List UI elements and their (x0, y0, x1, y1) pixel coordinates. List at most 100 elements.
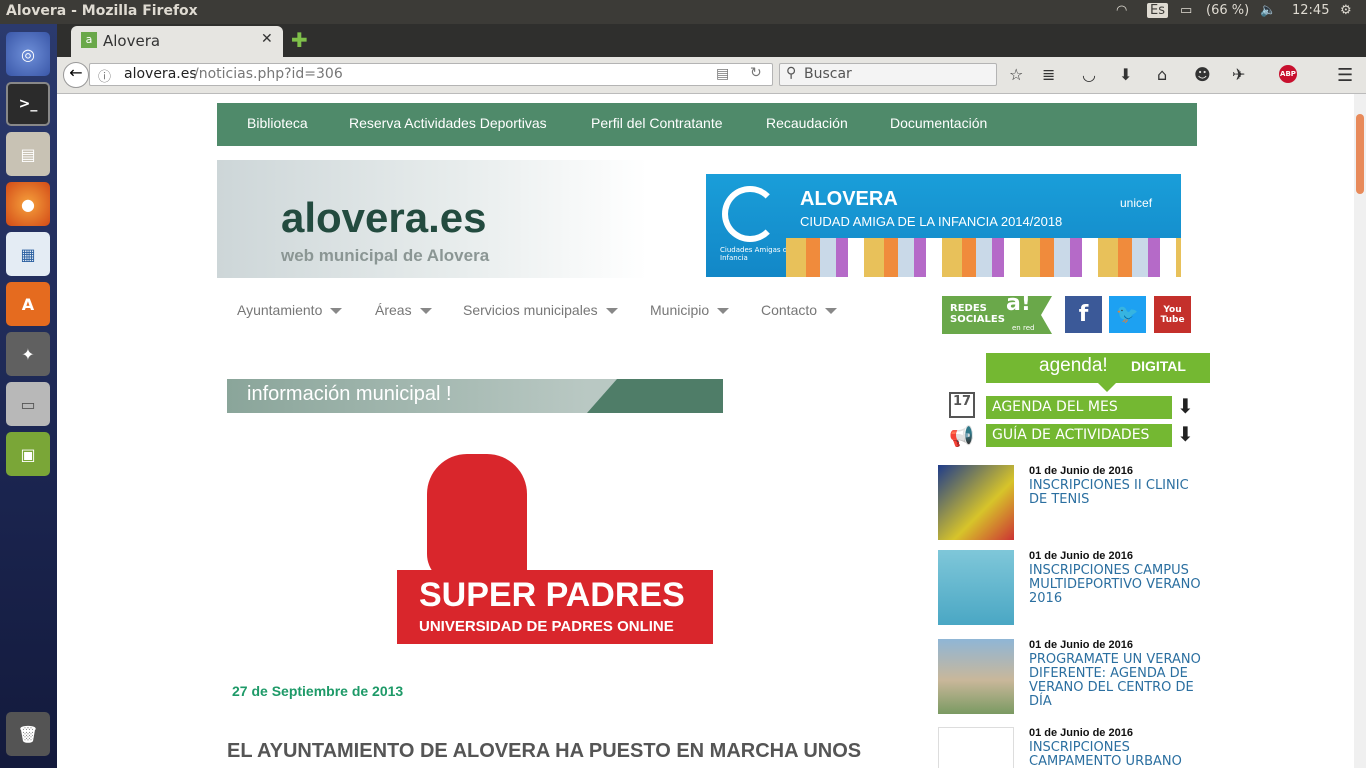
adblock-icon[interactable]: ABP (1279, 65, 1297, 83)
info-icon[interactable]: ⓘ (98, 66, 111, 85)
facebook-icon[interactable]: f (1065, 296, 1102, 333)
chevron-down-icon (825, 308, 838, 315)
social-links: REDES SOCIALES a! en red f 🐦 You Tube (942, 296, 1212, 336)
url-domain: alovera.es (124, 66, 197, 82)
main-nav-areas[interactable]: Áreas (375, 302, 432, 318)
navigation-bar: ← ⓘ alovera.es /noticias.php?id=306 ▤ ↻ … (57, 57, 1366, 94)
news-title[interactable]: INSCRIPCIONES II CLINIC DE TENIS (1029, 479, 1209, 507)
main-nav-contacto[interactable]: Contacto (761, 302, 838, 318)
settings-icon[interactable]: ✦ (6, 332, 50, 376)
top-nav-reserva[interactable]: Reserva Actividades Deportivas (349, 115, 547, 131)
window-title: Alovera - Mozilla Firefox (6, 3, 198, 19)
chevron-down-icon (605, 308, 618, 315)
download-document-icon[interactable]: ⬇ (1177, 422, 1194, 446)
smiley-icon[interactable]: ☻ (1194, 65, 1211, 84)
reader-view-icon[interactable]: ▤ (716, 66, 729, 82)
youtube-icon[interactable]: You Tube (1154, 296, 1191, 333)
scrollbar-thumb[interactable] (1356, 114, 1364, 194)
launcher: ◎ >_ ▤ ● ▦ A ✦ ▭ ▣ 🗑 (0, 24, 57, 768)
url-path: /noticias.php?id=306 (194, 66, 343, 82)
search-placeholder: Buscar (804, 66, 852, 82)
favicon-icon: a (81, 32, 97, 48)
menu-icon[interactable]: ☰ (1337, 65, 1353, 86)
megaphone-icon: 📢 (949, 424, 974, 448)
calendar-icon: 17 (949, 392, 975, 418)
news-thumbnail[interactable] (938, 639, 1014, 714)
software-center-icon[interactable]: A (6, 282, 50, 326)
top-nav-perfil[interactable]: Perfil del Contratante (591, 115, 723, 131)
news-thumbnail[interactable] (938, 465, 1014, 540)
pocket-icon[interactable]: ◡ (1082, 65, 1096, 84)
news-thumbnail[interactable] (938, 727, 1014, 768)
agenda-digital-label: DIGITAL (1131, 358, 1186, 374)
news-date: 01 de Junio de 2016 (1029, 727, 1133, 739)
main-nav-servicios[interactable]: Servicios municipales (463, 302, 618, 318)
files-icon[interactable]: ▤ (6, 132, 50, 176)
top-nav-documentacion[interactable]: Documentación (890, 115, 987, 131)
ubuntu-dash-icon[interactable]: ◎ (6, 32, 50, 76)
search-icon: ⚲ (786, 65, 797, 81)
news-title[interactable]: PROGRAMATE UN VERANO DIFERENTE: AGENDA D… (1029, 653, 1209, 709)
url-bar[interactable]: ⓘ alovera.es /noticias.php?id=306 ▤ ↻ (89, 63, 773, 86)
guia-de-actividades-button[interactable]: GUÍA DE ACTIVIDADES (986, 424, 1172, 447)
top-nav-recaudacion[interactable]: Recaudación (766, 115, 848, 131)
ciudad-amiga-banner[interactable]: Ciudades Amigas de la Infancia ALOVERA C… (706, 174, 1181, 277)
gear-icon[interactable]: ⚙ (1340, 3, 1352, 18)
super-padres-title: SUPER PADRES (419, 576, 685, 614)
section-header: información municipal ! (227, 379, 723, 413)
super-padres-image: SUPER PADRES UNIVERSIDAD DE PADRES ONLIN… (397, 452, 715, 652)
top-nav: Biblioteca Reserva Actividades Deportiva… (217, 103, 1197, 146)
article-date: 27 de Septiembre de 2013 (232, 683, 404, 699)
search-bar[interactable]: ⚲ Buscar (779, 63, 997, 86)
redes-sociales-badge[interactable]: REDES SOCIALES a! en red (942, 296, 1052, 334)
tab-alovera[interactable]: a Alovera ✕ (71, 26, 283, 57)
reading-list-icon[interactable]: ≣ (1042, 65, 1055, 84)
site-header: alovera.es web municipal de Alovera Ciud… (217, 160, 1197, 278)
twitter-icon[interactable]: 🐦 (1109, 296, 1146, 333)
system-top-bar: Alovera - Mozilla Firefox ◠ Es ▭ (66 %) … (0, 0, 1366, 24)
workspace-icon[interactable]: ▣ (6, 432, 50, 476)
news-title[interactable]: INSCRIPCIONES CAMPUS MULTIDEPORTIVO VERA… (1029, 564, 1209, 606)
trash-icon[interactable]: 🗑 (6, 712, 50, 756)
tab-bar: a Alovera ✕ ✚ (57, 24, 1366, 57)
volume-icon[interactable]: 🔈 (1260, 3, 1276, 18)
home-icon[interactable]: ⌂ (1157, 65, 1167, 84)
super-padres-subtitle: UNIVERSIDAD DE PADRES ONLINE (419, 618, 674, 635)
new-tab-icon[interactable]: ✚ (291, 28, 308, 52)
news-title[interactable]: INSCRIPCIONES CAMPAMENTO URBANO (1029, 741, 1209, 768)
wifi-icon[interactable]: ◠ (1116, 3, 1127, 18)
news-date: 01 de Junio de 2016 (1029, 465, 1133, 477)
main-nav-municipio[interactable]: Municipio (650, 302, 730, 318)
download-document-icon[interactable]: ⬇ (1177, 394, 1194, 418)
super-padres-figure (427, 454, 527, 584)
firefox-icon[interactable]: ● (6, 182, 50, 226)
news-thumbnail[interactable] (938, 550, 1014, 625)
download-icon[interactable]: ⬇ (1119, 65, 1132, 84)
chevron-down-icon (330, 308, 343, 315)
extension-icon[interactable]: ✈ (1232, 65, 1245, 84)
back-icon[interactable]: ← (63, 62, 89, 88)
writer-icon[interactable]: ▦ (6, 232, 50, 276)
logo-subtitle: web municipal de Alovera (281, 246, 490, 265)
main-nav-ayuntamiento[interactable]: Ayuntamiento (237, 302, 343, 318)
unicef-logo: unicef (1120, 196, 1153, 210)
clock[interactable]: 12:45 (1292, 3, 1329, 18)
terminal-icon[interactable]: >_ (6, 82, 50, 126)
drive-icon[interactable]: ▭ (6, 382, 50, 426)
site-logo[interactable]: alovera.es web municipal de Alovera (217, 160, 647, 278)
reload-icon[interactable]: ↻ (750, 65, 762, 81)
close-icon[interactable]: ✕ (261, 31, 273, 47)
banner-title: ALOVERA (800, 188, 898, 210)
chevron-down-icon (419, 308, 432, 315)
chevron-down-icon (717, 308, 730, 315)
bookmark-star-icon[interactable]: ☆ (1009, 65, 1023, 84)
agenda-digital-header[interactable]: agenda! DIGITAL (986, 353, 1210, 392)
page-scrollbar[interactable] (1354, 94, 1366, 768)
top-nav-biblioteca[interactable]: Biblioteca (247, 115, 308, 131)
battery-icon[interactable]: ▭ (1180, 3, 1192, 18)
banner-buildings-image (786, 238, 1181, 277)
agenda-del-mes-button[interactable]: AGENDA DEL MES (986, 396, 1172, 419)
super-padres-banner: SUPER PADRES UNIVERSIDAD DE PADRES ONLIN… (397, 570, 713, 644)
keyboard-layout-indicator[interactable]: Es (1147, 3, 1168, 18)
battery-percentage: (66 %) (1206, 3, 1250, 18)
